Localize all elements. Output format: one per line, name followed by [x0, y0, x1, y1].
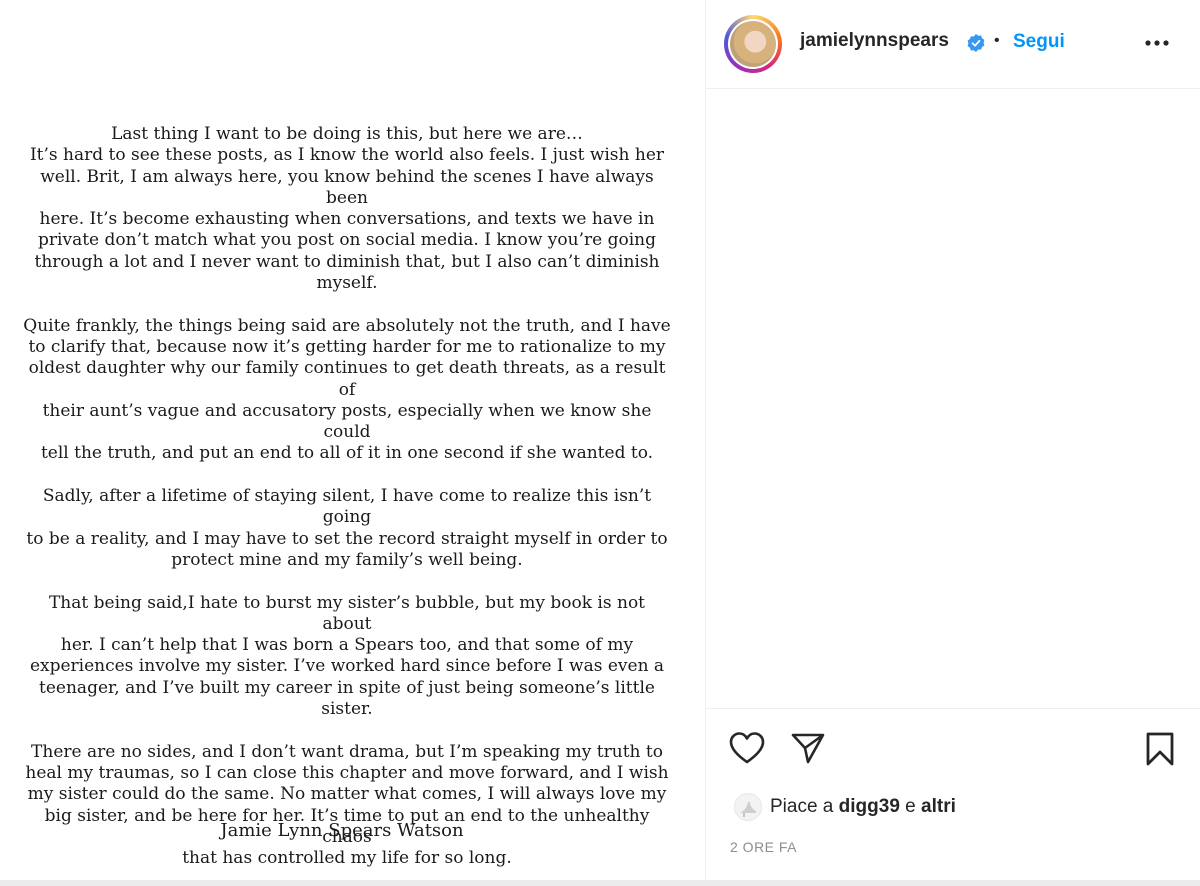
verified-badge-icon: [967, 34, 985, 52]
post-actions: Piace a digg39 e altri 2 ORE FA: [706, 708, 1200, 881]
statement-line: It’s hard to see these posts, as I know …: [29, 145, 665, 166]
bottom-scroll-edge: [0, 880, 1200, 886]
statement-line: to clarify that, because now it’s gettin…: [28, 336, 666, 357]
statement-line: tell the truth, and put an end to all of…: [40, 443, 654, 464]
statement-paragraph: There are no sides, and I don’t want dra…: [22, 742, 672, 870]
avatar-frame: [728, 19, 778, 69]
statement-line: Last thing I want to be doing is this, b…: [111, 124, 583, 144]
statement-line: protect mine and my family’s well being.: [171, 549, 523, 570]
avatar-image: [730, 21, 776, 67]
statement-line: private don’t match what you post on soc…: [38, 230, 656, 251]
statement-line: their aunt’s vague and accusatory posts,…: [42, 400, 652, 443]
header-separator: •: [994, 32, 1000, 49]
statement-line: oldest daughter why our family continues…: [28, 358, 666, 400]
post-timestamp[interactable]: 2 ORE FA: [730, 839, 797, 855]
bookmark-icon[interactable]: [1144, 731, 1176, 767]
likes-prefix: Piace a: [770, 796, 834, 817]
liker-avatar[interactable]: [734, 793, 762, 821]
more-options-icon[interactable]: [1142, 28, 1172, 58]
shoe-thumbnail-icon: [741, 802, 756, 817]
statement-line: well. Brit, I am always here, you know b…: [40, 166, 654, 208]
heart-icon[interactable]: [728, 731, 766, 765]
statement-line: my sister could do the same. No matter w…: [27, 784, 667, 805]
statement-line: Quite frankly, the things being said are…: [23, 315, 671, 336]
likes-user-link[interactable]: digg39: [839, 796, 900, 817]
statement-line: sister.: [321, 699, 373, 720]
statement-line: That being said,I hate to burst my siste…: [48, 592, 646, 634]
statement-line: experiences involve my sister. I’ve work…: [29, 656, 665, 677]
likes-joiner: e: [905, 796, 916, 817]
statement-signature: Jamie Lynn Spears Watson: [220, 820, 464, 841]
statement-line: her. I can’t help that I was born a Spea…: [60, 635, 634, 656]
statement-paragraph: Quite frankly, the things being said are…: [22, 316, 672, 465]
statement-paragraph: Last thing I want to be doing is this, b…: [22, 124, 672, 294]
profile-avatar[interactable]: [724, 15, 782, 73]
statement-line: here. It’s become exhausting when conver…: [39, 209, 655, 230]
statement-line: heal my traumas, so I can close this cha…: [25, 762, 669, 783]
statement-line: There are no sides, and I don’t want dra…: [31, 741, 663, 762]
post-image: Last thing I want to be doing is this, b…: [0, 0, 705, 880]
statement-line: Sadly, after a lifetime of staying silen…: [42, 486, 652, 528]
likes-others-link[interactable]: altri: [921, 796, 956, 817]
statement-line: myself.: [316, 273, 378, 294]
likes-summary: Piace a digg39 e altri: [770, 796, 956, 818]
statement-text: Last thing I want to be doing is this, b…: [22, 124, 672, 880]
statement-line: teenager, and I’ve built my career in sp…: [39, 677, 655, 698]
post-header: jamielynnspears • Segui: [706, 0, 1200, 89]
statement-line: to be a reality, and I may have to set t…: [26, 528, 668, 549]
follow-button[interactable]: Segui: [1013, 31, 1065, 53]
statement-paragraph: Sadly, after a lifetime of staying silen…: [22, 486, 672, 571]
profile-username[interactable]: jamielynnspears: [800, 30, 949, 52]
paper-plane-icon[interactable]: [790, 731, 826, 765]
statement-line: through a lot and I never want to dimini…: [34, 251, 660, 272]
statement-paragraph: That being said,I hate to burst my siste…: [22, 593, 672, 721]
statement-line: that has controlled my life for so long.: [182, 848, 512, 869]
post-side-panel: jamielynnspears • Segui Piace a digg39 e…: [705, 0, 1200, 880]
